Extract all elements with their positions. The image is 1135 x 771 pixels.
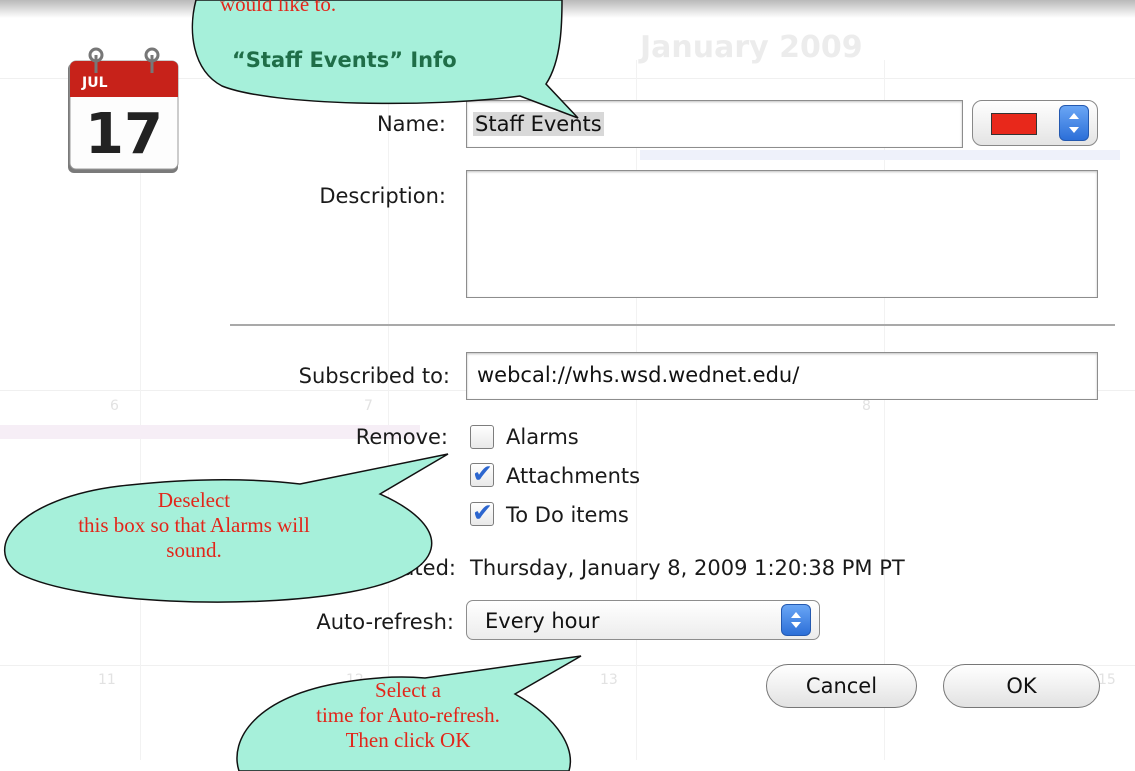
bottom-callout-text: Select a time for Auto-refresh. Then cli… [316,678,500,752]
top-callout-text-1: would like to. [220,0,337,16]
alarms-label: Alarms [506,425,579,449]
app-icon-month: JUL [81,75,108,91]
subscribed-label: Subscribed to: [298,364,450,388]
background-day-number: 13 [600,672,618,688]
remove-label: Remove: [355,425,448,449]
popup-arrows-icon [1059,105,1089,141]
todo-items-label: To Do items [506,503,629,527]
ok-button[interactable]: OK [943,664,1100,708]
last-updated-value: Thursday, January 8, 2009 1:20:38 PM PT [470,556,905,580]
description-label: Description: [319,184,446,208]
background-day-number: 6 [110,398,119,414]
autorefresh-select[interactable]: Every hour [466,600,820,640]
app-icon-day: 17 [85,102,163,167]
background-day-number: 15 [1098,672,1116,688]
color-swatch [991,113,1037,135]
cancel-button[interactable]: Cancel [766,664,917,708]
autorefresh-label: Auto-refresh: [316,610,454,634]
attachments-label: Attachments [506,464,641,488]
subscribed-url-field[interactable]: webcal://whs.wsd.wednet.edu/ [466,352,1098,400]
background-day-number: 7 [364,398,373,414]
background-day-number: 11 [98,672,116,688]
description-field[interactable] [466,170,1098,298]
divider [230,324,1115,326]
ical-calendar-icon: JUL 17 [68,47,179,173]
background-day-number: 8 [862,398,871,414]
top-callout-text-2: “Staff Events” Info [232,48,457,72]
autorefresh-value: Every hour [485,609,600,633]
color-popup[interactable] [972,100,1098,146]
popup-arrows-icon [781,604,811,636]
subscribed-url-value: webcal://whs.wsd.wednet.edu/ [477,363,800,387]
alarms-checkbox[interactable] [470,425,494,449]
left-callout-text: Deselect this box so that Alarms will so… [78,488,310,562]
background-month-title: January 2009 [640,30,863,65]
